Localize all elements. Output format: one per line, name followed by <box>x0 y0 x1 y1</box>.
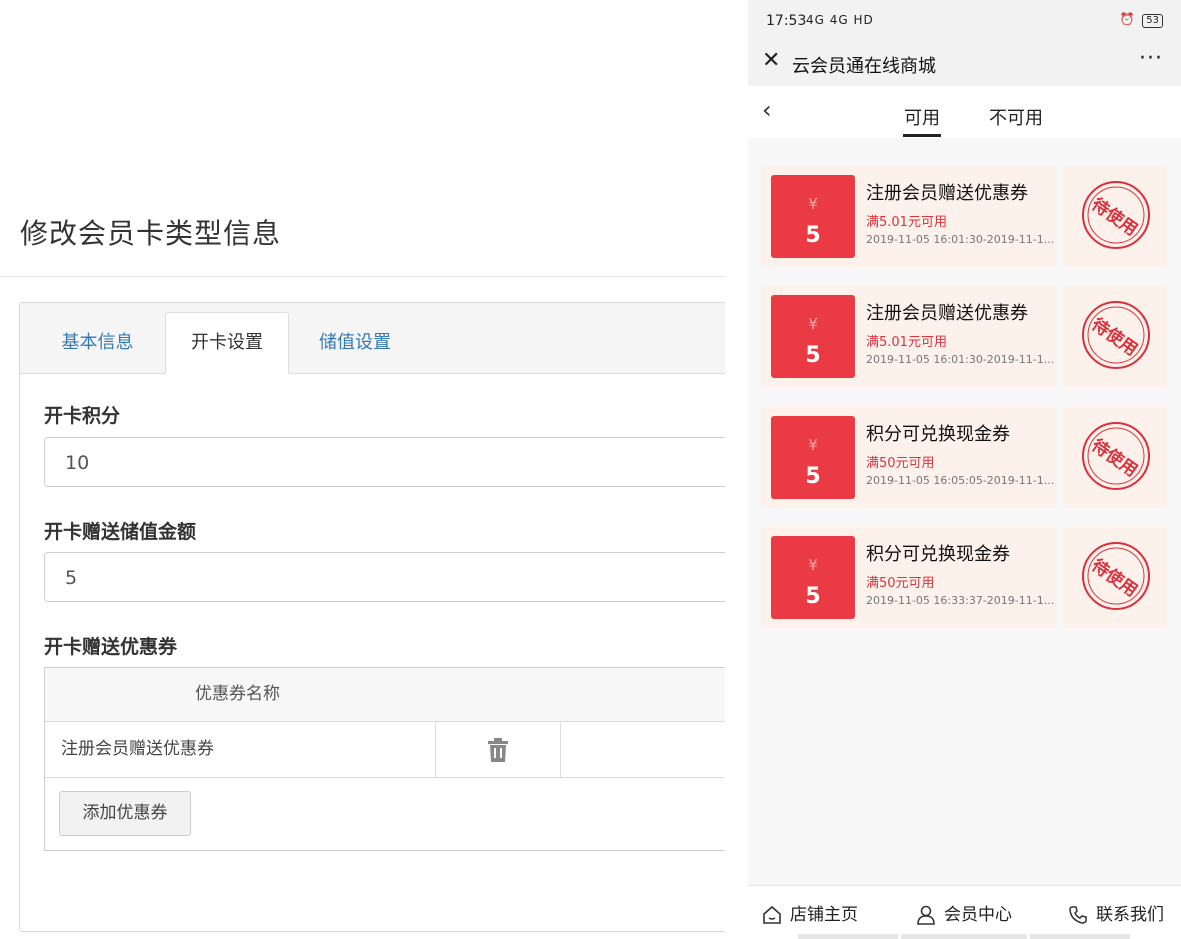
coupon-amount-badge: ¥ 5 <box>771 175 855 258</box>
coupon-name-cell: 注册会员赠送优惠券 <box>61 739 214 759</box>
pending-use-stamp-icon: 待使用 <box>1082 542 1150 610</box>
nav-indicator-bar <box>798 934 898 939</box>
back-chevron-icon[interactable]: ‹ <box>762 96 772 124</box>
coupon-amount: 5 <box>805 584 821 609</box>
more-icon[interactable]: ··· <box>1139 46 1163 71</box>
coupon-amount: 5 <box>805 223 821 248</box>
tab-basic-info[interactable]: 基本信息 <box>40 313 155 373</box>
tab-unavailable[interactable]: 不可用 <box>989 104 1043 130</box>
coupon-condition: 满5.01元可用 <box>866 335 947 350</box>
stored-value-input[interactable]: 5 <box>44 552 725 602</box>
svg-text:待使用: 待使用 <box>1088 435 1142 481</box>
svg-text:待使用: 待使用 <box>1088 194 1142 240</box>
add-coupon-button[interactable]: 添加优惠券 <box>59 791 191 836</box>
coupon-label: 开卡赠送优惠券 <box>44 636 178 658</box>
currency-symbol: ¥ <box>808 556 818 574</box>
close-icon[interactable]: ✕ <box>762 48 780 73</box>
coupon-card[interactable]: ¥ 5 注册会员赠送优惠券 满5.01元可用 2019-11-05 16:01:… <box>761 165 1167 267</box>
user-icon <box>917 905 935 925</box>
nav-indicator-bar <box>901 934 1027 939</box>
svg-text:待使用: 待使用 <box>1088 314 1142 360</box>
nav-label: 联系我们 <box>1096 905 1164 925</box>
points-label: 开卡积分 <box>44 405 121 427</box>
coupon-amount: 5 <box>805 343 821 368</box>
coupon-stub: 待使用 <box>1063 165 1167 267</box>
home-icon <box>763 905 781 924</box>
coupon-validity: 2019-11-05 16:05:05-2019-11-1... <box>866 474 1055 487</box>
coupon-body: ¥ 5 积分可兑换现金券 满50元可用 2019-11-05 16:05:05-… <box>761 406 1056 508</box>
coupon-condition: 满5.01元可用 <box>866 215 947 230</box>
coupon-card[interactable]: ¥ 5 积分可兑换现金券 满50元可用 2019-11-05 16:05:05-… <box>761 406 1167 508</box>
coupon-stub: 待使用 <box>1063 406 1167 508</box>
tab-card-opening-settings[interactable]: 开卡设置 <box>165 312 289 374</box>
nav-member-center[interactable]: 会员中心 <box>916 900 1012 925</box>
active-tab-indicator <box>903 134 941 137</box>
svg-text:待使用: 待使用 <box>1088 555 1142 601</box>
admin-page: 修改会员卡类型信息 基本信息 开卡设置 储值设置 开卡积分 10 开卡赠送储值金… <box>0 0 725 939</box>
currency-symbol: ¥ <box>808 315 818 333</box>
coupon-title: 注册会员赠送优惠券 <box>866 303 1028 324</box>
nav-contact-us[interactable]: 联系我们 <box>1068 900 1164 925</box>
coupon-validity: 2019-11-05 16:01:30-2019-11-1... <box>866 353 1055 366</box>
pending-use-stamp-icon: 待使用 <box>1082 422 1150 490</box>
coupon-title: 积分可兑换现金券 <box>866 544 1010 565</box>
page-title: 修改会员卡类型信息 <box>20 217 282 250</box>
settings-panel: 基本信息 开卡设置 储值设置 开卡积分 10 开卡赠送储值金额 5 开卡赠送优惠… <box>19 302 725 932</box>
coupon-amount-badge: ¥ 5 <box>771 295 855 378</box>
tab-bar: 基本信息 开卡设置 储值设置 <box>20 303 725 374</box>
coupon-tab-bar: ‹ 可用 不可用 <box>748 86 1181 138</box>
status-bar: 17:53 4G 4G HD ⏰ 53 <box>748 0 1181 42</box>
app-title: 云会员通在线商城 <box>792 56 936 77</box>
signal-indicator: 4G 4G HD <box>806 13 874 27</box>
coupon-name-header: 优惠券名称 <box>195 684 280 704</box>
coupon-validity: 2019-11-05 16:33:37-2019-11-1... <box>866 594 1055 607</box>
coupon-stub: 待使用 <box>1063 526 1167 628</box>
coupon-table: 优惠券名称 注册会员赠送优惠券 添加优惠券 <box>44 667 725 851</box>
coupon-validity: 2019-11-05 16:01:30-2019-11-1... <box>866 233 1055 246</box>
bottom-nav: 店铺主页 会员中心 联系我们 <box>748 885 1181 939</box>
coupon-title: 积分可兑换现金券 <box>866 424 1010 445</box>
tab-stored-value-settings[interactable]: 储值设置 <box>300 313 410 373</box>
currency-symbol: ¥ <box>808 436 818 454</box>
nav-label: 店铺主页 <box>790 905 858 925</box>
battery-icon: 53 <box>1142 14 1163 28</box>
coupon-condition: 满50元可用 <box>866 456 935 471</box>
coupon-amount-badge: ¥ 5 <box>771 416 855 499</box>
coupon-card[interactable]: ¥ 5 积分可兑换现金券 满50元可用 2019-11-05 16:33:37-… <box>761 526 1167 628</box>
coupon-body: ¥ 5 注册会员赠送优惠券 满5.01元可用 2019-11-05 16:01:… <box>761 285 1056 387</box>
mobile-screen: 17:53 4G 4G HD ⏰ 53 ✕ 云会员通在线商城 ··· ‹ 可用 … <box>748 0 1181 939</box>
coupon-body: ¥ 5 注册会员赠送优惠券 满5.01元可用 2019-11-05 16:01:… <box>761 165 1056 267</box>
coupon-condition: 满50元可用 <box>866 576 935 591</box>
cell-divider <box>560 721 561 777</box>
pending-use-stamp-icon: 待使用 <box>1082 181 1150 249</box>
stored-value-label: 开卡赠送储值金额 <box>44 521 197 543</box>
points-input[interactable]: 10 <box>44 437 725 487</box>
nav-indicator-bar <box>1030 934 1130 939</box>
pending-use-stamp-icon: 待使用 <box>1082 301 1150 369</box>
status-right: ⏰ 53 <box>1119 12 1163 28</box>
coupon-stub: 待使用 <box>1063 285 1167 387</box>
coupon-card[interactable]: ¥ 5 注册会员赠送优惠券 满5.01元可用 2019-11-05 16:01:… <box>761 285 1167 387</box>
title-divider <box>0 276 725 277</box>
phone-icon <box>1069 906 1087 924</box>
status-time: 17:53 <box>766 13 807 29</box>
nav-store-home[interactable]: 店铺主页 <box>762 900 858 925</box>
tab-available[interactable]: 可用 <box>904 104 940 130</box>
coupon-title: 注册会员赠送优惠券 <box>866 183 1028 204</box>
nav-label: 会员中心 <box>944 905 1012 925</box>
table-row: 注册会员赠送优惠券 <box>45 721 725 778</box>
currency-symbol: ¥ <box>808 195 818 213</box>
alarm-icon: ⏰ <box>1119 12 1135 26</box>
trash-icon[interactable] <box>487 738 509 762</box>
coupon-body: ¥ 5 积分可兑换现金券 满50元可用 2019-11-05 16:33:37-… <box>761 526 1056 628</box>
coupon-amount: 5 <box>805 464 821 489</box>
app-bar: ✕ 云会员通在线商城 ··· <box>748 42 1181 86</box>
cell-divider <box>435 721 436 777</box>
table-header: 优惠券名称 <box>45 668 725 722</box>
coupon-amount-badge: ¥ 5 <box>771 536 855 619</box>
